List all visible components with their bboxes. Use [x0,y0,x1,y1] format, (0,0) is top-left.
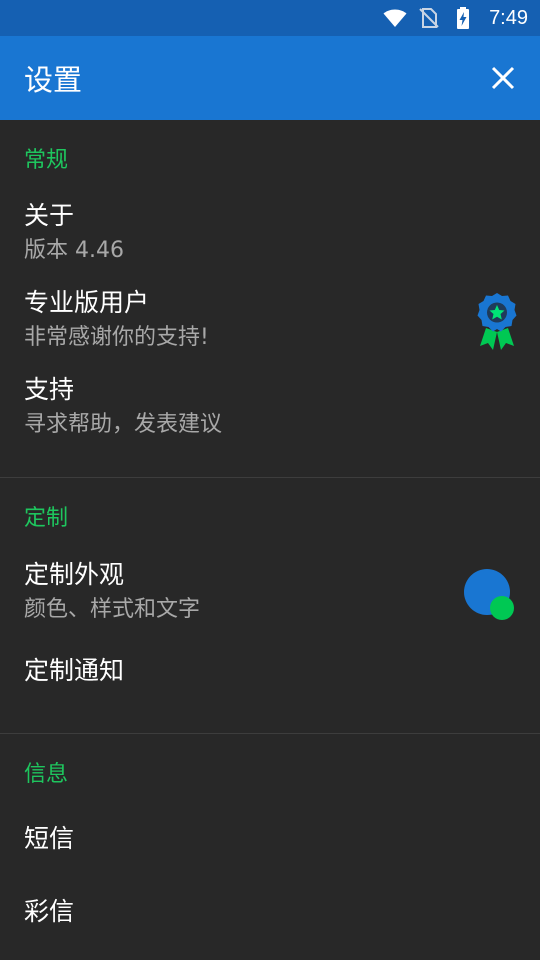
settings-list: 常规 关于 版本 4.46 专业版用户 非常感谢你的支持! 支持 寻求帮助，发表… [0,120,540,960]
mms-item[interactable]: 彩信 [0,896,540,928]
status-time: 7:49 [489,6,528,29]
pro-user-item[interactable]: 专业版用户 非常感谢你的支持! [0,287,540,353]
toolbar: 设置 [0,36,540,120]
sms-title: 短信 [24,824,75,853]
theme-color-icon [464,568,516,624]
divider [0,477,540,478]
support-title: 支持 [24,375,75,404]
customize-appearance-item[interactable]: 定制外观 颜色、样式和文字 [0,559,540,625]
about-summary: 版本 4.46 [24,238,124,263]
section-header-general: 常规 [24,148,69,173]
divider [0,733,540,734]
customize-appearance-summary: 颜色、样式和文字 [24,597,201,622]
customize-notifications-title: 定制通知 [24,656,125,685]
about-title: 关于 [24,201,75,230]
page-title: 设置 [24,63,83,97]
section-header-messages: 信息 [24,762,69,787]
customize-notifications-item[interactable]: 定制通知 [0,655,540,687]
wifi-icon [383,6,407,30]
section-header-customize: 定制 [24,506,69,531]
customize-appearance-title: 定制外观 [24,560,125,589]
mms-title: 彩信 [24,897,75,926]
support-summary: 寻求帮助，发表建议 [24,412,223,437]
battery-charging-icon [451,6,475,30]
status-bar: 7:49 [0,0,540,36]
award-badge-icon [476,292,518,356]
about-item[interactable]: 关于 版本 4.46 [0,200,540,266]
no-sim-icon [417,6,441,30]
close-icon[interactable] [488,63,518,93]
pro-user-summary: 非常感谢你的支持! [24,325,209,350]
support-item[interactable]: 支持 寻求帮助，发表建议 [0,374,540,440]
pro-user-title: 专业版用户 [24,288,150,317]
sms-item[interactable]: 短信 [0,823,540,855]
